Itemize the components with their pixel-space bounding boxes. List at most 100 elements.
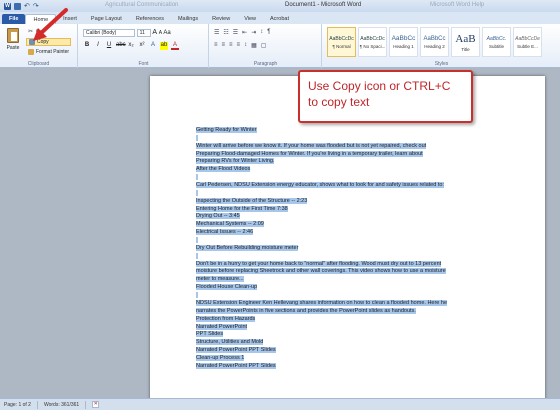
document-line: PPT Slides (196, 331, 224, 338)
style-normal[interactable]: AaBbCcDc ¶ Normal (327, 27, 356, 57)
font-name-select[interactable]: Calibri (Body) (83, 29, 135, 37)
superscript-button[interactable]: x² (138, 42, 146, 50)
document-line (196, 292, 198, 299)
style-name: Subtitle (488, 43, 504, 49)
change-case-icon[interactable]: Aa (163, 30, 170, 36)
tab-acrobat[interactable]: Acrobat (263, 14, 296, 24)
selected-text: Structure, Utilities and Mold (196, 339, 264, 346)
style-no-spacing[interactable]: AaBbCcDc ¶ No Spaci... (358, 27, 387, 57)
highlight-button[interactable]: ab (160, 42, 168, 50)
selected-text: After the Flood Videos (196, 166, 251, 173)
align-right-icon[interactable]: ≡ (229, 42, 233, 49)
style-preview: AaB (455, 32, 476, 45)
document-page[interactable]: Getting Ready for Winter Winter will arr… (150, 76, 545, 406)
document-line: narrates the PowerPoints in five section… (196, 307, 416, 315)
scissors-icon: ✂ (28, 29, 34, 35)
justify-icon[interactable]: ≡ (237, 42, 241, 49)
numbering-icon[interactable]: ☷ (223, 29, 228, 36)
document-line: Inspecting the Outside of the Structure … (196, 197, 308, 205)
tab-insert[interactable]: Insert (56, 14, 84, 24)
document-line: Mechanical Systems -- 2:09 (196, 221, 264, 228)
selected-text: Dry Out Before Rebuilding moisture meter (196, 244, 299, 251)
tab-references[interactable]: References (129, 14, 171, 24)
increase-indent-icon[interactable]: ⇥ (251, 29, 256, 36)
instruction-callout: Use Copy icon or CTRL+C to copy text (298, 70, 473, 123)
style-preview: AaBbCcDc (329, 35, 354, 42)
cut-button[interactable]: ✂ Cut (26, 28, 71, 36)
callout-line-2: to copy text (308, 95, 370, 109)
format-painter-button[interactable]: Format Painter (26, 48, 71, 56)
font-color-button[interactable]: A (171, 42, 179, 50)
styles-gallery: AaBbCcDc ¶ Normal AaBbCcDc ¶ No Spaci...… (327, 27, 542, 57)
tab-mailings[interactable]: Mailings (171, 14, 205, 24)
style-subtle-emphasis[interactable]: AaBbCcDe Subtle E... (513, 27, 542, 57)
sort-icon[interactable]: ↕ (260, 29, 263, 36)
decrease-indent-icon[interactable]: ⇤ (242, 29, 247, 36)
style-name: Heading 2 (424, 43, 445, 49)
style-name: Heading 1 (393, 44, 414, 49)
copy-button[interactable]: Copy (26, 38, 72, 46)
style-name: ¶ Normal (332, 43, 351, 49)
cut-label: Cut (36, 29, 44, 35)
callout-line-1: Use Copy icon or CTRL+C (308, 79, 451, 93)
background-window-text: Agricultural Communication (105, 2, 179, 8)
document-line: Electrical Issues -- 2:46 (196, 229, 254, 236)
document-line: NDSU Extension Engineer Ken Hellevang sh… (196, 299, 448, 307)
selected-text (196, 292, 198, 299)
style-subtitle[interactable]: AaBbCc. Subtitle (482, 27, 511, 57)
show-marks-icon[interactable]: ¶ (267, 29, 270, 36)
bold-button[interactable]: B (83, 42, 91, 50)
multilevel-list-icon[interactable]: ☰ (233, 29, 238, 36)
save-icon[interactable] (14, 2, 21, 10)
font-size-select[interactable]: 11 (136, 29, 151, 37)
status-bar: Page: 1 of 2 Words: 361/361 ✕ (0, 398, 560, 410)
underline-button[interactable]: U (105, 42, 113, 50)
borders-icon[interactable]: ▢ (261, 42, 267, 49)
tab-home[interactable]: Home (25, 14, 57, 24)
style-heading-2[interactable]: AaBbCc Heading 2 (420, 27, 449, 57)
style-title[interactable]: AaB Title (451, 27, 480, 57)
italic-button[interactable]: I (94, 42, 102, 50)
selected-text: narrates the PowerPoints in five section… (196, 307, 416, 314)
selected-text (196, 174, 198, 181)
selected-text: Don't be in a hurry to get your home bac… (196, 260, 442, 267)
document-line: Narrated PowerPoint PPT Slides (196, 347, 276, 354)
word-app-icon[interactable]: W (4, 2, 11, 10)
selected-text: Getting Ready for Winter (196, 127, 257, 133)
undo-icon[interactable]: ↶ (24, 3, 30, 10)
shrink-font-icon[interactable]: A (159, 30, 162, 36)
document-line: Clean-up Process 1 (196, 354, 245, 362)
style-name: Title (461, 46, 470, 52)
bullets-icon[interactable]: ☰ (214, 29, 219, 36)
copy-icon (29, 39, 35, 45)
text-effects-button[interactable]: A (149, 42, 157, 50)
selected-text: PPT Slides (196, 331, 224, 338)
align-center-icon[interactable]: ≡ (222, 42, 226, 49)
proofing-icon[interactable]: ✕ (92, 401, 100, 408)
redo-icon[interactable]: ↷ (33, 3, 39, 10)
window-title: Document1 - Microsoft Word (285, 2, 362, 8)
format-painter-label: Format Painter (36, 49, 70, 55)
word-count[interactable]: Words: 361/361 (44, 402, 79, 408)
style-heading-1[interactable]: AaBbCc Heading 1 (389, 27, 418, 57)
subscript-button[interactable]: x₂ (127, 42, 135, 50)
tab-page-layout[interactable]: Page Layout (84, 14, 129, 24)
paragraph-group: ☰ ☷ ☰ ⇤ ⇥ ↕ ¶ ≡ ≡ ≡ ≡ ↕ ▦ ▢ Paragraph (210, 24, 322, 68)
tab-view[interactable]: View (237, 14, 263, 24)
document-line: moisture before replacing Sheetrock and … (196, 268, 446, 275)
strikethrough-button[interactable]: abc (116, 42, 126, 50)
tab-review[interactable]: Review (205, 14, 237, 24)
page-count[interactable]: Page: 1 of 2 (4, 402, 31, 408)
grow-font-icon[interactable]: A (152, 29, 157, 36)
document-line: Flooded House Clean-up (196, 284, 258, 291)
paste-button[interactable]: Paste (4, 28, 22, 56)
styles-group-label: Styles (434, 61, 449, 67)
shading-icon[interactable]: ▦ (251, 42, 257, 49)
line-spacing-icon[interactable]: ↕ (244, 42, 247, 49)
align-left-icon[interactable]: ≡ (214, 42, 218, 49)
tab-file[interactable]: File (2, 14, 26, 24)
selected-text: Electrical Issues -- 2:46 (196, 229, 254, 236)
selected-text (196, 252, 198, 259)
font-group-label: Font (138, 61, 149, 67)
document-line: Dry Out Before Rebuilding moisture meter (196, 244, 299, 252)
